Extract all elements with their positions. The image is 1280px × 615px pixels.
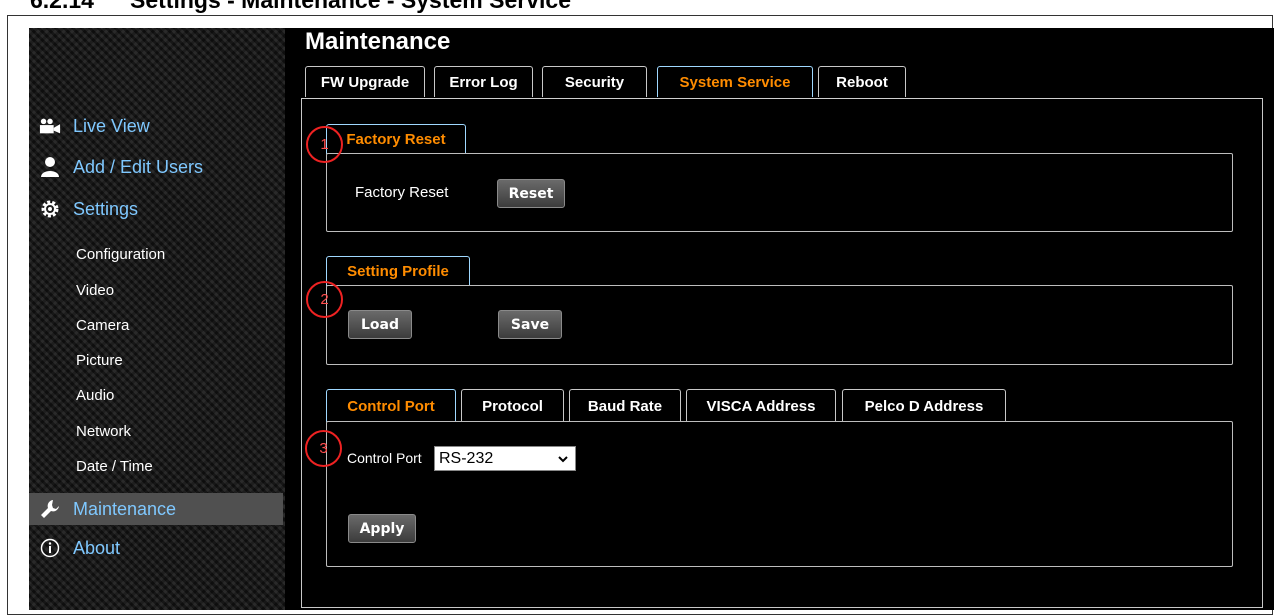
control-port-label: Control Port xyxy=(347,450,422,466)
control-port-select[interactable]: RS-232 xyxy=(434,446,576,471)
nav-label: Live View xyxy=(73,115,150,136)
control-port-value: RS-232 xyxy=(439,449,494,467)
tab-reboot[interactable]: Reboot xyxy=(818,66,906,97)
tab-protocol[interactable]: Protocol xyxy=(461,389,564,422)
wrench-icon xyxy=(39,498,61,520)
tab-baud-rate[interactable]: Baud Rate xyxy=(569,389,681,422)
nav-maintenance[interactable]: Maintenance xyxy=(29,493,283,525)
tab-factory-reset[interactable]: Factory Reset xyxy=(326,124,466,154)
sidebar-item-network[interactable]: Network xyxy=(76,423,131,440)
reset-button[interactable]: Reset xyxy=(497,179,565,208)
info-circle-icon xyxy=(39,537,61,559)
heading-text: Settings - Maintenance - System Service xyxy=(130,0,571,13)
nav-live-view[interactable]: Live View xyxy=(29,109,285,143)
tab-error-log[interactable]: Error Log xyxy=(434,66,533,97)
tab-control-port[interactable]: Control Port xyxy=(326,389,456,422)
apply-button[interactable]: Apply xyxy=(348,514,416,543)
callout-marker: 3 xyxy=(305,430,342,467)
sidebar-item-audio[interactable]: Audio xyxy=(76,387,114,404)
page-title: Maintenance xyxy=(305,28,451,55)
nav-settings[interactable]: Settings xyxy=(29,192,285,226)
factory-reset-section: Factory Reset Reset xyxy=(326,153,1233,232)
sidebar-item-camera[interactable]: Camera xyxy=(76,317,129,334)
main-panel: Maintenance FW Upgrade Error Log Securit… xyxy=(285,28,1274,610)
tab-security[interactable]: Security xyxy=(542,66,647,97)
control-port-section: Control Port RS-232 Apply xyxy=(326,421,1233,567)
sidebar-item-picture[interactable]: Picture xyxy=(76,352,123,369)
video-camera-icon xyxy=(39,115,61,137)
sidebar-item-configuration[interactable]: Configuration xyxy=(76,246,165,263)
document-heading: 6.2.14 Settings - Maintenance - System Se… xyxy=(0,0,571,12)
nav-label: Maintenance xyxy=(73,498,177,519)
save-button[interactable]: Save xyxy=(498,310,562,339)
tab-pelco-d-address[interactable]: Pelco D Address xyxy=(842,389,1006,422)
tab-system-service[interactable]: System Service xyxy=(657,66,813,97)
nav-add-edit-users[interactable]: Add / Edit Users xyxy=(29,150,285,184)
nav-label: Add / Edit Users xyxy=(73,156,204,177)
tab-visca-address[interactable]: VISCA Address xyxy=(686,389,836,422)
load-button[interactable]: Load xyxy=(348,310,412,339)
sidebar-item-date-time[interactable]: Date / Time xyxy=(76,458,153,475)
nav-label: Settings xyxy=(73,198,139,219)
system-service-panel: Factory Reset Factory Reset Reset Settin… xyxy=(301,98,1263,608)
callout-marker: 1 xyxy=(306,126,343,163)
web-ui: Live View Add / Edit Users Settings Conf… xyxy=(29,28,1274,610)
heading-number: 6.2.14 xyxy=(30,0,94,13)
gear-icon xyxy=(39,198,61,220)
user-icon xyxy=(39,156,61,178)
factory-reset-label: Factory Reset xyxy=(355,184,449,201)
chevron-down-icon xyxy=(557,452,569,470)
sidebar-item-video[interactable]: Video xyxy=(76,282,114,299)
tab-fw-upgrade[interactable]: FW Upgrade xyxy=(305,66,425,97)
nav-label: About xyxy=(73,537,121,558)
setting-profile-section: Load Save xyxy=(326,285,1233,365)
nav-about[interactable]: About xyxy=(29,531,285,565)
callout-marker: 2 xyxy=(306,281,343,318)
tab-setting-profile[interactable]: Setting Profile xyxy=(326,256,470,286)
sidebar: Live View Add / Edit Users Settings Conf… xyxy=(29,28,285,610)
